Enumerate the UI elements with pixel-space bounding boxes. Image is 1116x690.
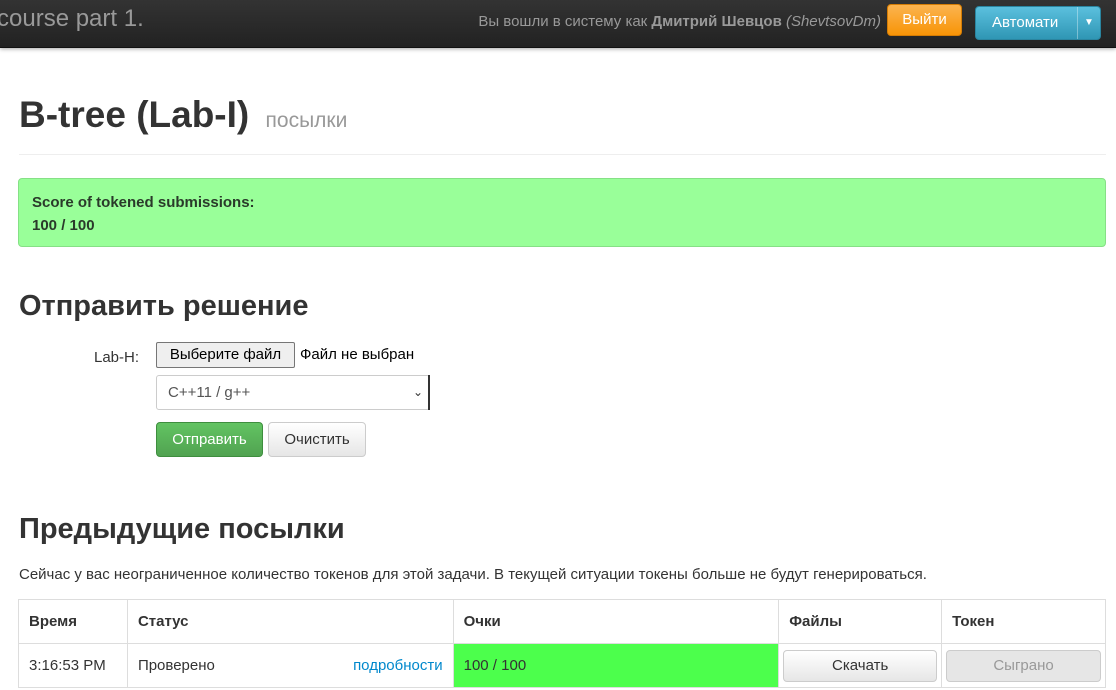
chevron-down-icon: ⌄	[412, 385, 423, 399]
course-brand[interactable]: course part 1.	[0, 5, 144, 33]
top-navbar: course part 1. Вы вошли в систему как Дм…	[0, 0, 1116, 48]
caret-down-icon: ▼	[1077, 7, 1100, 39]
score-alert-value: 100 / 100	[32, 217, 95, 234]
submissions-table: Время Статус Очки Файлы Токен 3:16:53 PM…	[18, 599, 1106, 688]
column-header-files: Файлы	[778, 599, 943, 644]
column-header-status: Статус	[126, 599, 454, 644]
column-header-time: Время	[18, 599, 128, 644]
table-row: 3:16:53 PM Проверено подробности 100 / 1…	[18, 643, 1106, 688]
token-played-button: Сыграно	[946, 649, 1101, 682]
page-header: B-tree (Lab-I) посылки	[19, 90, 1106, 155]
file-field-label: Lab-H:	[94, 349, 140, 366]
status-text: Проверено	[137, 657, 215, 674]
table-header-row: Время Статус Очки Файлы Токен	[18, 599, 1106, 644]
tokens-note: Сейчас у вас неограниченное количество т…	[19, 566, 927, 583]
submit-heading: Отправить решение	[19, 290, 309, 322]
language-select-label: Автомати	[992, 14, 1059, 31]
cell-score: 100 / 100	[452, 643, 780, 688]
cell-token: Сыграно	[941, 643, 1106, 688]
cell-status: Проверено подробности	[126, 643, 454, 688]
score-alert-label: Score of tokened submissions:	[32, 194, 255, 211]
details-link[interactable]: подробности	[353, 657, 443, 674]
cell-files: Скачать	[778, 643, 943, 688]
choose-file-button[interactable]: Выберите файл	[156, 342, 295, 368]
language-dropdown[interactable]: C++11 / g++ ⌄	[156, 375, 430, 410]
language-select[interactable]: Автомати ▼	[975, 6, 1101, 40]
score-alert: Score of tokened submissions: 100 / 100	[18, 178, 1106, 247]
logout-button[interactable]: Выйти	[887, 4, 962, 36]
submit-button[interactable]: Отправить	[156, 422, 263, 457]
task-title: B-tree (Lab-I)	[19, 94, 250, 135]
user-name: Дмитрий Шевцов	[651, 13, 782, 30]
download-button[interactable]: Скачать	[783, 649, 938, 682]
page-title: B-tree (Lab-I) посылки	[19, 94, 347, 136]
login-prefix: Вы вошли в систему как	[478, 13, 648, 30]
file-status: Файл не выбран	[300, 346, 415, 363]
clear-button[interactable]: Очистить	[268, 422, 366, 457]
cell-time: 3:16:53 PM	[18, 643, 128, 688]
column-header-token: Токен	[941, 599, 1106, 644]
column-header-score: Очки	[452, 599, 780, 644]
login-info: Вы вошли в систему как Дмитрий Шевцов (S…	[478, 13, 881, 30]
page-subtitle: посылки	[265, 109, 348, 132]
dropdown-edge	[428, 375, 430, 410]
previous-submissions-heading: Предыдущие посылки	[19, 513, 345, 545]
language-dropdown-value: C++11 / g++	[168, 384, 251, 401]
user-login: (ShevtsovDm)	[785, 13, 881, 30]
